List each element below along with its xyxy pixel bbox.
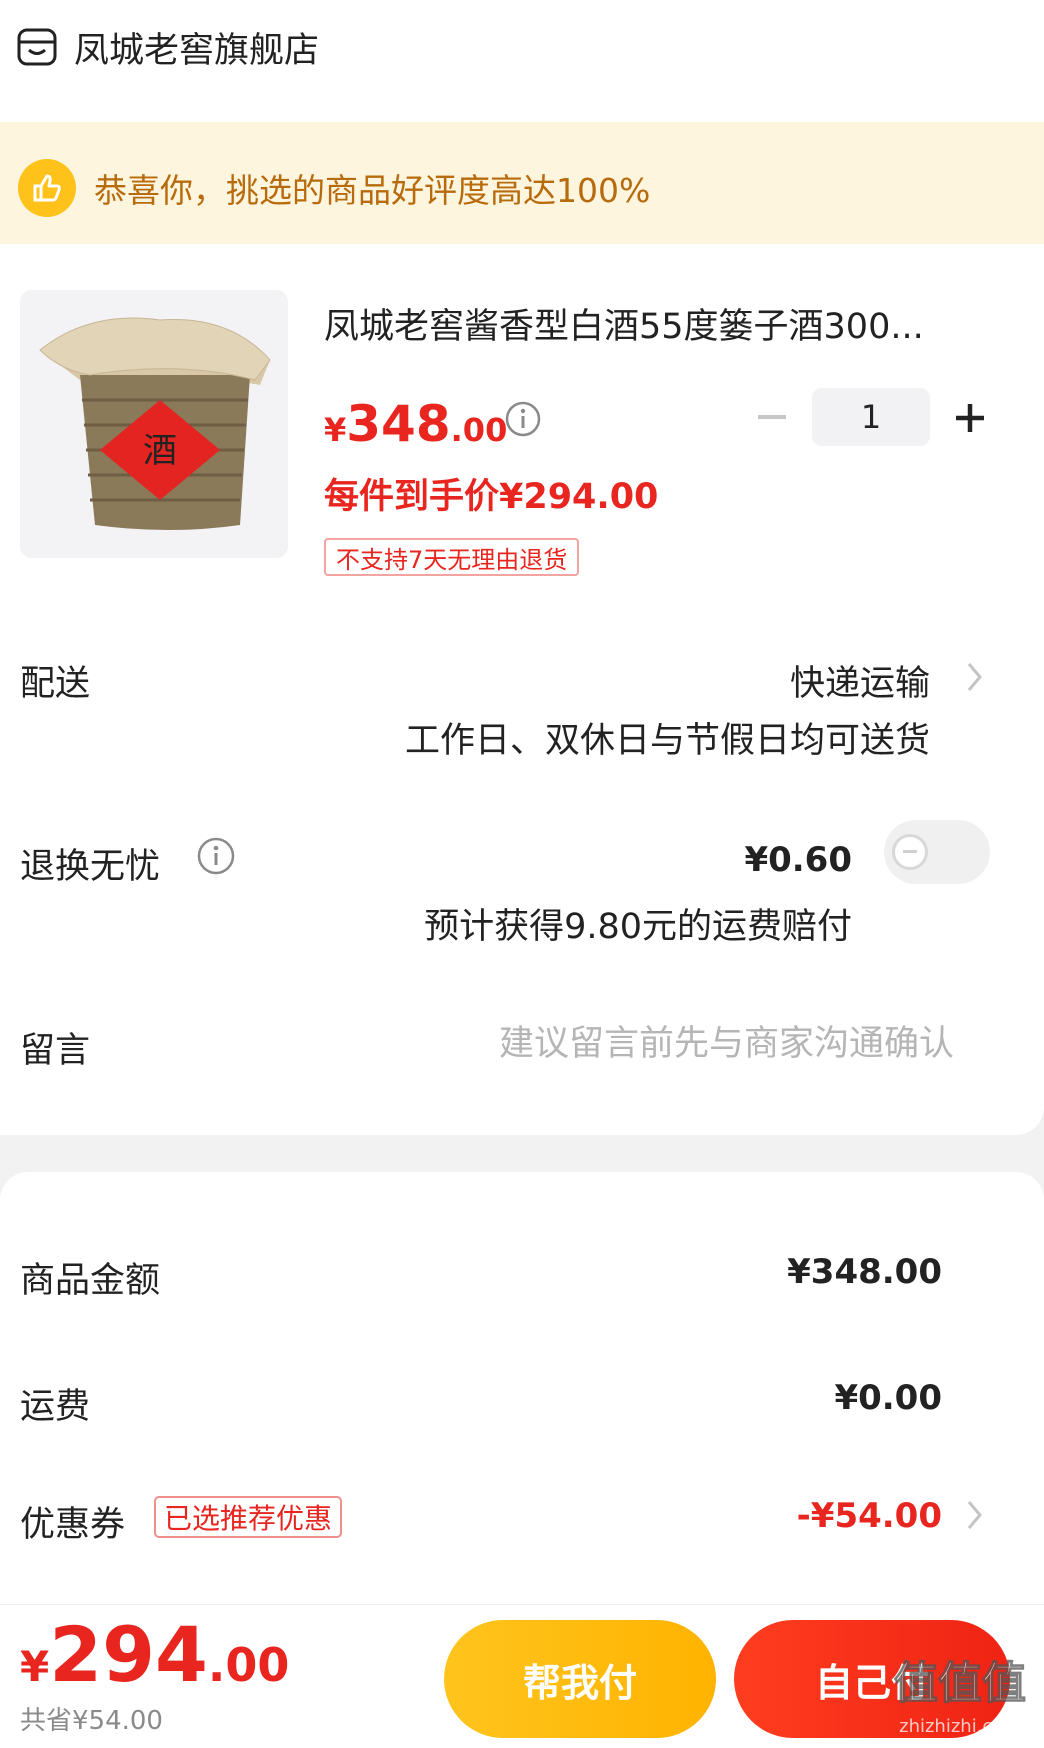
goods-amount-value: ¥348.00 xyxy=(787,1252,942,1292)
svg-text:值值值: 值值值 xyxy=(894,1658,1026,1709)
return-worry-price: ¥0.60 xyxy=(744,840,852,880)
product-title[interactable]: 凤城老窖酱香型白酒55度篓子酒300... xyxy=(324,298,994,349)
total-decimal: .00 xyxy=(207,1638,290,1692)
decrease-quantity-button[interactable] xyxy=(752,402,792,432)
price-decimal: .00 xyxy=(450,411,508,449)
return-worry-label: 退换无忧 xyxy=(20,847,161,887)
chevron-right-icon[interactable] xyxy=(964,1498,986,1532)
return-worry-toggle[interactable] xyxy=(884,820,990,884)
watermark-logo: 值值值 zhizhizhi.com xyxy=(893,1657,1026,1737)
shipping-label: 运费 xyxy=(20,1387,91,1427)
store-name[interactable]: 凤城老窖旗舰店 xyxy=(74,22,319,73)
no-return-tag: 不支持7天无理由退货 xyxy=(324,538,580,576)
message-label: 留言 xyxy=(20,1031,91,1071)
total-price: ¥294.00 xyxy=(20,1610,289,1699)
info-icon[interactable] xyxy=(196,836,236,876)
goods-amount-label: 商品金额 xyxy=(20,1261,161,1301)
shipping-value: ¥0.00 xyxy=(834,1378,942,1418)
quantity-input[interactable]: 1 xyxy=(812,388,930,446)
price-symbol: ¥ xyxy=(324,411,347,449)
shop-icon xyxy=(17,28,57,66)
coupon-tag: 已选推荐优惠 xyxy=(154,1496,343,1538)
message-input[interactable] xyxy=(330,1016,954,1072)
delivery-note: 工作日、双休日与节假日均可送货 xyxy=(404,721,930,761)
coupon-value[interactable]: -¥54.00 xyxy=(797,1496,942,1536)
total-symbol: ¥ xyxy=(20,1642,50,1691)
total-integer: 294 xyxy=(49,1610,208,1699)
price-integer: 348 xyxy=(346,395,451,453)
info-icon[interactable] xyxy=(504,400,542,438)
delivery-label: 配送 xyxy=(20,664,91,704)
return-worry-note: 预计获得9.80元的运费赔付 xyxy=(424,907,852,947)
chevron-right-icon[interactable] xyxy=(964,660,986,694)
svg-text:酒: 酒 xyxy=(143,431,177,471)
delivery-method[interactable]: 快递运输 xyxy=(790,655,930,706)
unit-final-price: 每件到手价¥294.00 xyxy=(324,477,659,517)
increase-quantity-button[interactable] xyxy=(948,396,992,440)
help-pay-button[interactable]: 帮我付 xyxy=(444,1620,716,1738)
product-price: ¥348.00 xyxy=(324,395,507,453)
coupon-label: 优惠券 xyxy=(20,1505,126,1545)
saved-amount: 共省¥54.00 xyxy=(20,1706,163,1736)
praise-text: 恭喜你，挑选的商品好评度高达100% xyxy=(94,171,651,210)
thumbs-up-icon xyxy=(18,159,76,217)
product-image[interactable]: 酒 xyxy=(20,290,288,558)
svg-text:zhizhizhi.com: zhizhizhi.com xyxy=(899,1716,1021,1737)
toggle-knob xyxy=(892,834,928,870)
